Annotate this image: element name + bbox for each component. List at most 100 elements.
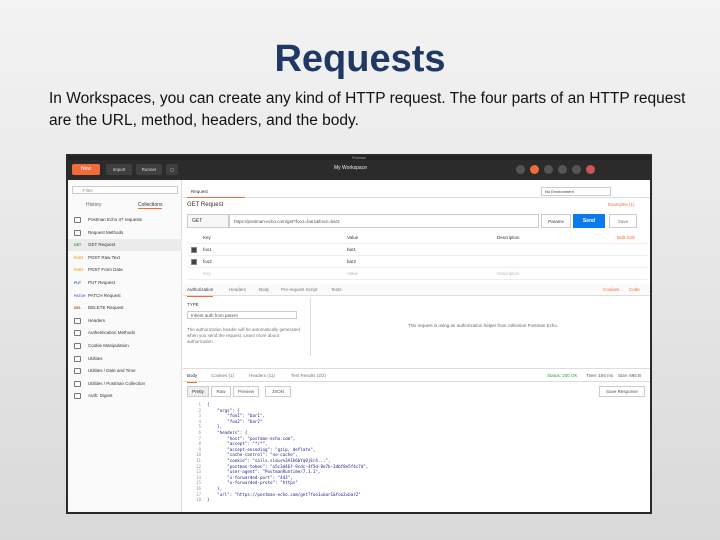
line-numbers: 1 2 3 4 5 6 7 8 9 10 11 12 13 14 15 16 1… xyxy=(195,402,201,503)
row-checkbox[interactable] xyxy=(191,247,197,253)
sidebar-item-label: DELETE Request xyxy=(88,305,124,311)
response-code[interactable]: 1 2 3 4 5 6 7 8 9 10 11 12 13 14 15 16 1… xyxy=(187,402,647,510)
new-value-input[interactable]: Value xyxy=(347,268,358,280)
response-tabs: Body Cookies (1) Headers (11) Test Resul… xyxy=(183,368,650,383)
sidebar-request[interactable]: POST POST Form Data xyxy=(68,264,182,276)
status-badge: Status: 200 OK xyxy=(547,369,578,382)
table-row[interactable]: foo2 bar2 xyxy=(187,256,647,268)
tab-response-cookies[interactable]: Cookies (1) xyxy=(211,369,234,382)
sidebar-item-label: POST Raw Text xyxy=(88,254,120,260)
new-description-input[interactable]: Description xyxy=(497,268,520,280)
auth-message: This request is using an authorization h… xyxy=(407,323,559,328)
sidebar-request[interactable]: PUT PUT Request xyxy=(68,277,182,289)
sidebar-folder[interactable]: Authentication Methods xyxy=(68,327,182,339)
sidebar-folder[interactable]: Utilities / Date and Time xyxy=(68,365,182,377)
method-badge: PATCH xyxy=(74,293,86,298)
url-input[interactable]: https://postman-echo.com/get?foo1=bar1&f… xyxy=(229,214,539,228)
params-table: Key Value Description Bulk Edit foo1 bar… xyxy=(187,232,647,280)
sidebar-item-label: Request Methods xyxy=(88,229,124,235)
folder-icon xyxy=(74,343,81,349)
toolbar: New Import Runner ▢ My Workspace xyxy=(68,160,650,180)
method-select[interactable]: GET xyxy=(187,214,229,228)
sidebar-item-label: Cookie Manipulation xyxy=(88,343,129,348)
new-button[interactable]: New xyxy=(72,164,100,175)
bulk-edit-link[interactable]: Bulk Edit xyxy=(617,232,635,244)
status-text: Status: 200 OK xyxy=(547,373,578,378)
table-row-new[interactable]: Key Value Description xyxy=(187,268,647,280)
sidebar-folder[interactable]: Postman Echo 37 requests xyxy=(68,214,182,226)
sidebar-request[interactable]: GET GET Request xyxy=(68,239,182,252)
param-value[interactable]: bar2 xyxy=(347,256,356,268)
sidebar-item-label: PATCH Request xyxy=(88,292,121,298)
import-button[interactable]: Import xyxy=(106,164,132,175)
favorite-icon[interactable] xyxy=(572,165,581,174)
params-button[interactable]: Params xyxy=(541,214,571,228)
sidebar-folder[interactable]: Cookie Manipulation xyxy=(68,340,182,352)
param-value[interactable]: bar1 xyxy=(347,244,356,256)
sidebar-request[interactable]: POST POST Raw Text xyxy=(68,252,182,264)
tab-response-headers[interactable]: Headers (11) xyxy=(249,369,275,382)
tab-authorization[interactable]: Authorization xyxy=(187,284,214,297)
table-row[interactable]: foo1 bar1 xyxy=(187,244,647,256)
sidebar-request[interactable]: PATCH PATCH Request xyxy=(68,290,182,302)
filter-input[interactable]: Filter xyxy=(72,186,178,194)
tab-headers[interactable]: Headers xyxy=(229,284,246,296)
method-badge: GET xyxy=(74,243,82,248)
tab-tests[interactable]: Tests xyxy=(331,284,342,296)
auth-type-select[interactable]: Inherit auth from parent xyxy=(187,311,297,319)
code-link[interactable]: Code xyxy=(629,284,640,296)
tab-collections[interactable]: Collections xyxy=(138,202,163,209)
param-key[interactable]: foo2 xyxy=(203,256,212,268)
sidebar-folder[interactable]: Utilities xyxy=(68,353,182,365)
request-title: GET Request xyxy=(187,202,224,208)
sidebar-item-label: Utilities xyxy=(88,355,103,361)
method-badge: PUT xyxy=(74,281,81,285)
slide-body: In Workspaces, you can create any kind o… xyxy=(49,90,686,129)
format-select[interactable]: JSON xyxy=(265,386,291,397)
save-response-button[interactable]: Save Response xyxy=(599,386,645,397)
examples-link[interactable]: Examples (1) xyxy=(608,202,635,207)
response-json[interactable]: { "args": { "foo1": "bar1", "foo2": "bar… xyxy=(207,402,643,503)
sidebar-folder[interactable]: Headers xyxy=(68,315,182,327)
interceptor-icon[interactable] xyxy=(530,165,539,174)
environment-select[interactable]: No Environment xyxy=(541,187,611,196)
tab-response-body[interactable]: Body xyxy=(187,369,198,383)
notifications-icon[interactable] xyxy=(558,165,567,174)
sidebar-folder[interactable]: Auth: Digest xyxy=(68,390,182,402)
sidebar-item-label: Authentication Methods xyxy=(88,330,136,336)
folder-icon xyxy=(74,217,81,223)
param-key[interactable]: foo1 xyxy=(203,244,212,256)
sync-icon[interactable] xyxy=(516,165,525,174)
response-size: Size: 695 B xyxy=(618,373,642,378)
pretty-button[interactable]: Pretty xyxy=(187,386,209,397)
sidebar: Filter History Collections Postman Echo … xyxy=(68,180,182,512)
runner-button[interactable]: Runner xyxy=(136,164,162,175)
format-bar: Pretty Raw Preview JSON Save Response xyxy=(187,386,647,398)
settings-icon[interactable] xyxy=(544,165,553,174)
tab-pre-request-script[interactable]: Pre-request Script xyxy=(281,284,317,296)
sidebar-request[interactable]: DEL DELETE Request xyxy=(68,302,182,314)
tab-body[interactable]: Body xyxy=(259,284,269,296)
workspace-selector[interactable]: My Workspace xyxy=(334,165,367,171)
raw-button[interactable]: Raw xyxy=(211,386,231,397)
params-header: Key Value Description Bulk Edit xyxy=(187,232,647,244)
row-checkbox[interactable] xyxy=(191,259,197,265)
url-row: GET https://postman-echo.com/get?foo1=ba… xyxy=(187,214,647,228)
avatar[interactable] xyxy=(586,165,595,174)
tab-test-results[interactable]: Test Results (2/2) xyxy=(291,369,326,382)
tab-history[interactable]: History xyxy=(86,202,102,208)
cookies-link[interactable]: Cookies xyxy=(603,284,619,296)
method-badge: POST xyxy=(74,268,84,273)
send-button[interactable]: Send xyxy=(573,214,605,228)
sidebar-folder[interactable]: Request Methods xyxy=(68,227,182,239)
column-key: Key xyxy=(203,235,211,240)
auth-type-label: TYPE xyxy=(187,302,199,307)
new-window-icon[interactable]: ▢ xyxy=(166,164,178,175)
save-button[interactable]: Save xyxy=(609,214,637,228)
preview-button[interactable]: Preview xyxy=(233,386,259,397)
sidebar-folder[interactable]: Utilities / Postman Collection xyxy=(68,378,182,390)
request-tab[interactable]: Request xyxy=(187,186,245,198)
new-key-input[interactable]: Key xyxy=(203,268,211,280)
slide-title: Requests xyxy=(274,38,446,80)
main-panel: Request No Environment GET Request Examp… xyxy=(183,180,650,512)
